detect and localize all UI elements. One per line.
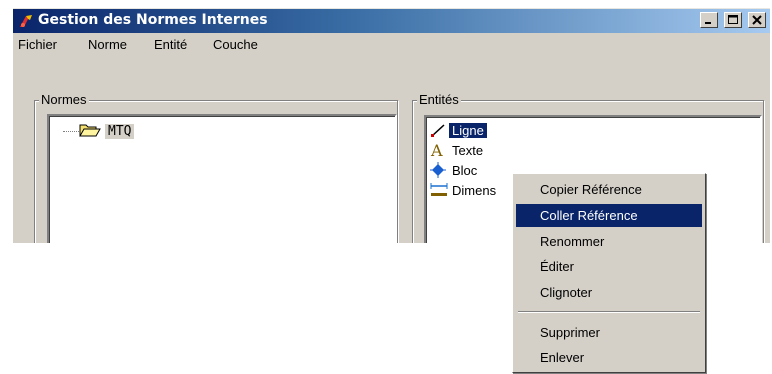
tree-item-mtq[interactable]: MTQ [79,121,135,142]
list-item-dimension[interactable]: Dimens [430,181,499,199]
block-icon [430,162,446,178]
menu-fichier[interactable]: Fichier [18,37,57,52]
menu-couche[interactable]: Couche [213,37,258,52]
svg-text:A: A [430,142,443,158]
menu-item-renommer[interactable]: Renommer [516,230,702,253]
menu-entite[interactable]: Entité [154,37,187,52]
normes-tree[interactable]: MTQ [47,114,397,243]
menu-item-clignoter[interactable]: Clignoter [516,281,702,304]
menu-separator [518,311,700,313]
list-item-ligne[interactable]: Ligne [430,121,488,139]
list-item-texte[interactable]: A Texte [430,141,486,160]
text-icon: A [430,141,446,160]
menu-item-coller-reference[interactable]: Coller Référence [516,204,702,227]
menu-bar: Fichier Norme Entité Couche [13,34,770,56]
context-menu: Copier Référence Coller Référence Renomm… [512,173,706,373]
app-icon[interactable] [17,12,35,30]
line-icon [430,122,446,138]
menu-norme[interactable]: Norme [88,37,127,52]
list-item-label: Dimens [452,182,497,198]
tree-item-label: MTQ [105,124,135,139]
entites-legend: Entités [417,92,461,107]
menu-item-editer[interactable]: Éditer [516,255,702,278]
open-folder-icon [79,121,101,142]
window-title: Gestion des Normes Internes [38,12,268,28]
list-item-bloc[interactable]: Bloc [430,161,480,179]
close-icon[interactable] [748,12,766,28]
maximize-icon[interactable] [724,12,743,28]
window-controls [699,12,766,30]
list-item-label: Ligne [448,121,488,139]
menu-item-copier-reference[interactable]: Copier Référence [516,178,702,201]
dimension-icon [430,182,448,198]
minimize-icon[interactable] [700,12,719,28]
menu-item-supprimer[interactable]: Supprimer [516,321,702,344]
normes-legend: Normes [39,92,89,107]
list-item-label: Texte [452,142,484,158]
list-item-label: Bloc [452,162,478,178]
menu-item-enlever[interactable]: Enlever [516,346,702,369]
title-bar[interactable]: Gestion des Normes Internes [13,9,770,33]
